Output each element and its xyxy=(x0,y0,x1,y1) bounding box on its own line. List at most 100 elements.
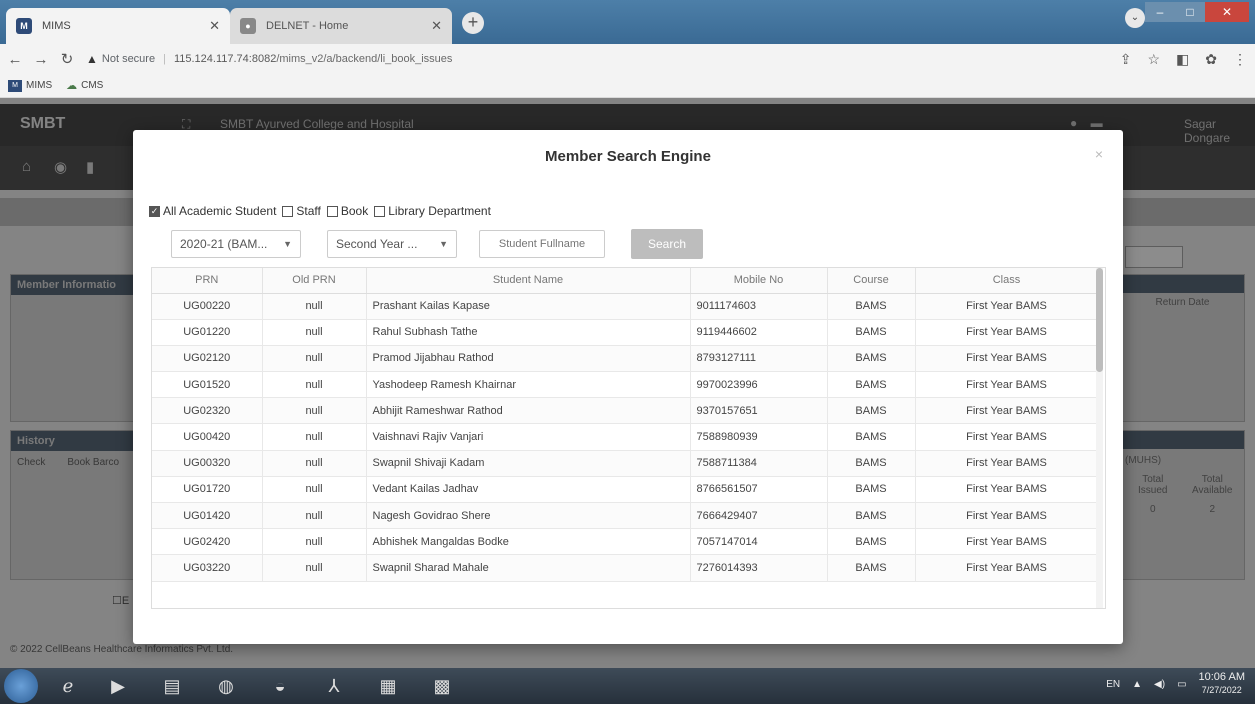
year-select[interactable]: Second Year ... ▼ xyxy=(327,230,457,258)
bookmark-cms[interactable]: ☁ CMS xyxy=(66,79,103,92)
tab-close-icon[interactable]: ✕ xyxy=(209,18,220,34)
cell-student-name: Abhishek Mangaldas Bodke xyxy=(366,528,691,556)
url-field[interactable]: ▲ Not secure | 115.124.117.74:8082 /mims… xyxy=(86,52,452,66)
cell-course: BAMS xyxy=(827,293,916,320)
results-table: PRN Old PRN Student Name Mobile No Cours… xyxy=(152,268,1099,582)
scrollbar-thumb[interactable] xyxy=(1096,268,1103,372)
media-player-icon[interactable]: ▶ xyxy=(96,671,140,701)
network-icon[interactable]: ▭ xyxy=(1177,679,1186,690)
checkbox-checked-icon[interactable]: ✓ xyxy=(149,205,160,217)
cell-course: BAMS xyxy=(827,476,916,504)
col-student-name[interactable]: Student Name xyxy=(366,268,691,294)
tray-arrow-icon[interactable]: ▲ xyxy=(1132,679,1142,690)
menu-dots-icon[interactable]: ⋮ xyxy=(1233,51,1247,68)
table-row[interactable]: UG01720 null Vedant Kailas Jadhav 876656150… xyxy=(152,476,1099,504)
cell-old-prn: null xyxy=(262,293,367,320)
cell-old-prn: null xyxy=(262,554,367,582)
table-row[interactable]: UG03220 null Swapnil Sharad Mahale 72760143… xyxy=(152,554,1099,582)
checkbox-icon[interactable] xyxy=(326,205,338,217)
sidebar-icon[interactable]: ◧ xyxy=(1176,51,1189,68)
cell-mobile: 9119446602 xyxy=(690,319,828,346)
share-icon[interactable]: ⇪ xyxy=(1120,51,1132,68)
filter-all-academic-student[interactable]: ✓ All Academic Student xyxy=(149,204,276,218)
cell-mobile: 7666429407 xyxy=(690,502,828,530)
filter-staff[interactable]: Staff xyxy=(282,204,321,218)
bookmark-label: MIMS xyxy=(26,80,53,91)
search-button[interactable]: Search xyxy=(631,229,703,259)
table-row[interactable]: UG00420 null Vaishnavi Rajiv Vanjari 758898… xyxy=(152,423,1099,451)
cms-bookmark-icon: ☁ xyxy=(66,80,78,92)
minimize-button[interactable]: – xyxy=(1145,2,1175,22)
col-course[interactable]: Course xyxy=(827,268,916,294)
maximize-button[interactable]: □ xyxy=(1175,2,1205,22)
table-row[interactable]: UG01420 null Nagesh Govidrao Shere 76664294… xyxy=(152,502,1099,530)
table-row[interactable]: UG02120 null Pramod Jijabhau Rathod 8793127… xyxy=(152,345,1099,373)
file-explorer-icon[interactable]: ▤ xyxy=(150,671,194,701)
bookmark-mims[interactable]: M MIMS xyxy=(8,79,53,92)
modal-close-icon[interactable]: × xyxy=(1095,146,1103,162)
cell-student-name: Yashodeep Ramesh Khairnar xyxy=(366,371,691,399)
col-prn[interactable]: PRN xyxy=(152,268,263,294)
chrome-icon[interactable]: ◍ xyxy=(204,671,248,701)
tab-delnet[interactable]: ● DELNET - Home ✕ xyxy=(230,8,452,44)
table-row[interactable]: UG01220 null Rahul Subhash Tathe 9119446602… xyxy=(152,319,1099,346)
year-select-value: Second Year ... xyxy=(336,237,418,251)
cell-old-prn: null xyxy=(262,423,367,451)
cell-old-prn: null xyxy=(262,450,367,477)
reload-icon[interactable]: ↻ xyxy=(56,50,78,68)
cell-old-prn: null xyxy=(262,476,367,504)
volume-icon[interactable]: ◀) xyxy=(1154,679,1165,690)
extension-icon[interactable]: ✿ xyxy=(1205,51,1217,68)
start-button[interactable] xyxy=(4,669,38,703)
checkbox-icon[interactable] xyxy=(282,205,294,217)
system-tray: EN ▲ ◀) ▭ 10:06 AM 7/27/2022 xyxy=(1106,671,1245,697)
cell-mobile: 8766561507 xyxy=(690,476,828,504)
filter-library-department[interactable]: Library Department xyxy=(374,204,491,218)
table-scrollbar[interactable] xyxy=(1096,268,1103,608)
checkbox-icon[interactable] xyxy=(374,205,386,217)
new-tab-button[interactable]: + xyxy=(462,12,484,34)
close-window-button[interactable]: ✕ xyxy=(1205,2,1249,22)
ie-icon[interactable]: ℯ xyxy=(46,671,90,701)
table-row[interactable]: UG02420 null Abhishek Mangaldas Bodke 70571… xyxy=(152,528,1099,556)
back-arrow-icon[interactable]: ← xyxy=(4,51,26,68)
table-row[interactable]: UG02320 null Abhijit Rameshwar Rathod 93701… xyxy=(152,397,1099,425)
session-select[interactable]: 2020-21 (BAM... ▼ xyxy=(171,230,301,258)
table-row[interactable]: UG00220 null Prashant Kailas Kapase 9011174… xyxy=(152,293,1099,320)
cell-class: First Year BAMS xyxy=(915,371,1099,399)
student-fullname-input[interactable] xyxy=(479,230,605,258)
star-icon[interactable]: ☆ xyxy=(1147,51,1160,68)
member-search-modal: Member Search Engine × ✓ All Academic St… xyxy=(133,130,1123,644)
cell-student-name: Vedant Kailas Jadhav xyxy=(366,476,691,504)
tab-search-chevron-icon[interactable]: ⌄ xyxy=(1125,8,1145,28)
browser-actions: ⇪ ☆ ◧ ✿ ⋮ xyxy=(1120,44,1247,74)
pdf-reader-icon[interactable]: ⅄ xyxy=(312,671,356,701)
language-indicator[interactable]: EN xyxy=(1106,679,1120,690)
app-icon[interactable]: ◒ xyxy=(258,671,302,701)
filter-label: Staff xyxy=(296,204,321,218)
chevron-down-icon: ▼ xyxy=(283,239,292,249)
windows-taskbar: ℯ ▶ ▤ ◍ ◒ ⅄ ▦ ▩ EN ▲ ◀) ▭ 10:06 AM 7/27/… xyxy=(0,668,1255,704)
col-old-prn[interactable]: Old PRN xyxy=(262,268,367,294)
cell-old-prn: null xyxy=(262,371,367,399)
col-class[interactable]: Class xyxy=(915,268,1099,294)
word-icon[interactable]: ▦ xyxy=(366,671,410,701)
tab-mims[interactable]: M MIMS ✕ xyxy=(6,8,230,44)
clock[interactable]: 10:06 AM 7/27/2022 xyxy=(1199,671,1245,697)
col-mobile[interactable]: Mobile No xyxy=(690,268,828,294)
bookmarks-bar: M MIMS ☁ CMS xyxy=(0,74,1255,98)
tab-close-icon[interactable]: ✕ xyxy=(431,18,442,34)
excel-icon[interactable]: ▩ xyxy=(420,671,464,701)
cell-old-prn: null xyxy=(262,319,367,346)
results-table-container: PRN Old PRN Student Name Mobile No Cours… xyxy=(151,267,1106,609)
cell-student-name: Swapnil Sharad Mahale xyxy=(366,554,691,582)
filter-book[interactable]: Book xyxy=(326,204,368,218)
delnet-favicon-icon: ● xyxy=(240,18,256,34)
filter-checkboxes: ✓ All Academic Student Staff Book Librar… xyxy=(149,204,497,218)
cell-course: BAMS xyxy=(827,345,916,373)
cell-student-name: Pramod Jijabhau Rathod xyxy=(366,345,691,373)
forward-arrow-icon[interactable]: → xyxy=(30,51,52,68)
cell-mobile: 9970023996 xyxy=(690,371,828,399)
table-row[interactable]: UG01520 null Yashodeep Ramesh Khairnar 9970… xyxy=(152,371,1099,399)
table-row[interactable]: UG00320 null Swapnil Shivaji Kadam 75887113… xyxy=(152,450,1099,477)
